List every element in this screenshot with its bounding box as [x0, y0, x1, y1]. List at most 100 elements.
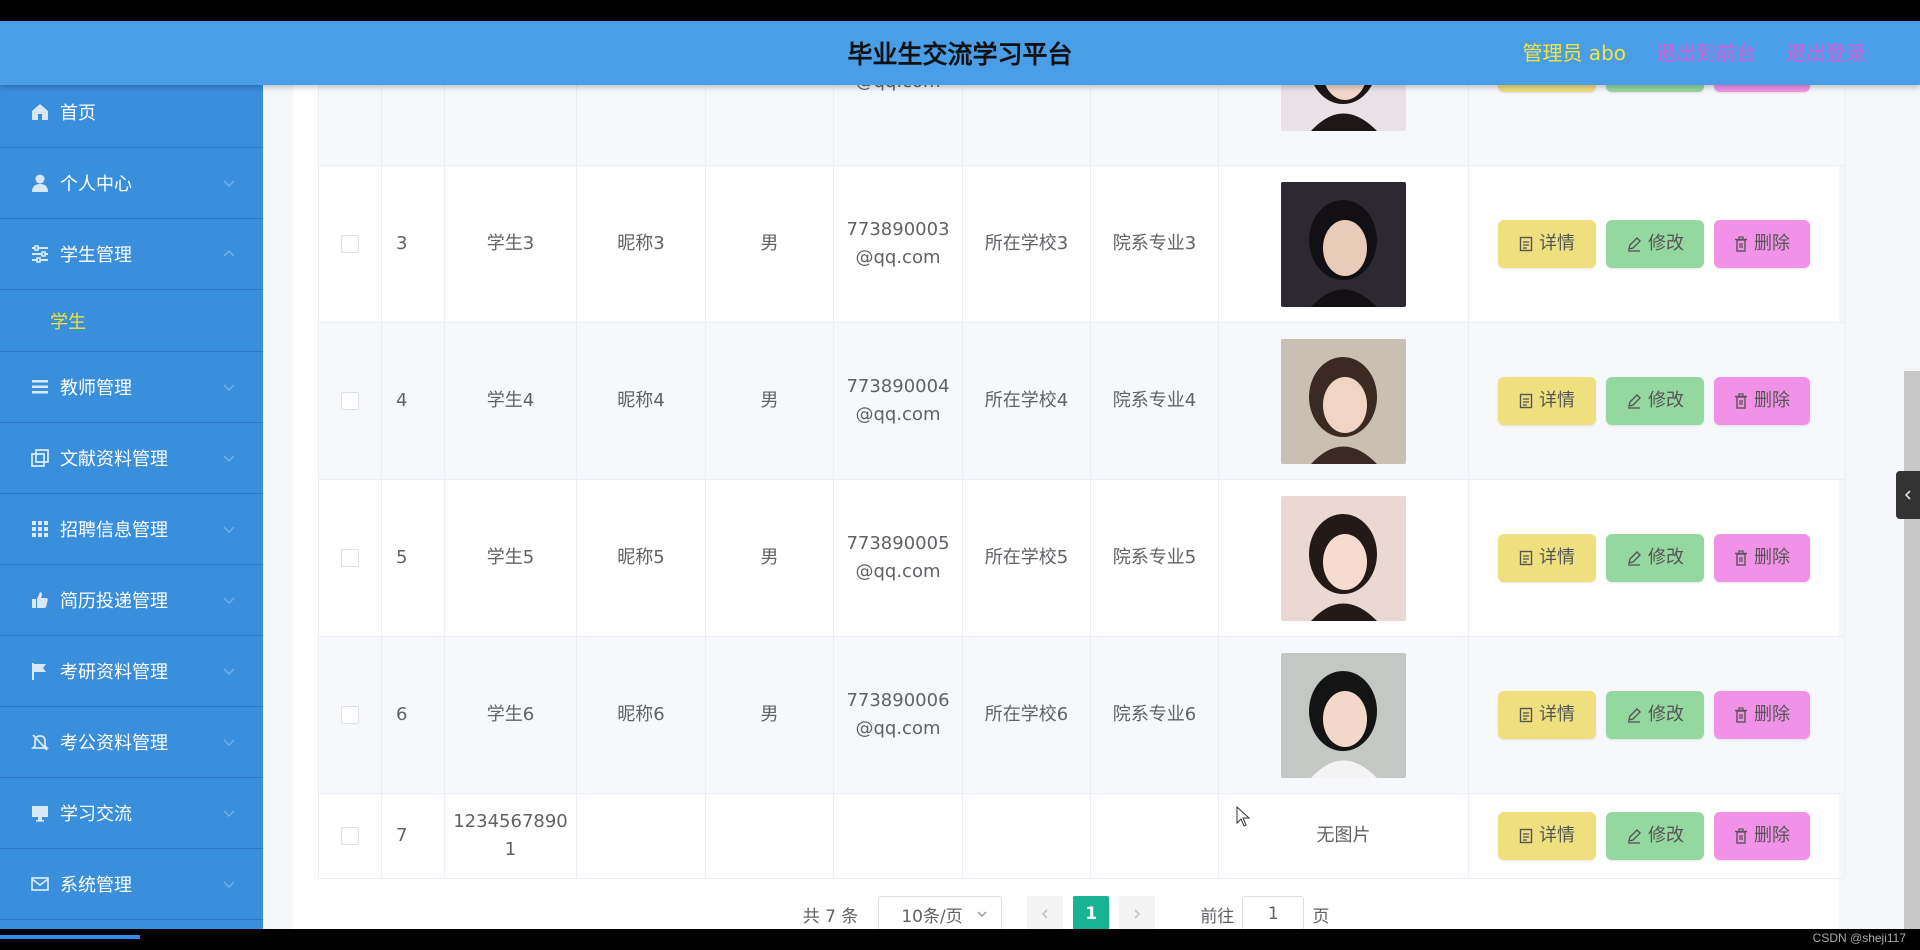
chevron-down-icon	[223, 455, 235, 463]
delete-button[interactable]: 删除	[1714, 534, 1810, 582]
cell-school: 所在学校6	[984, 704, 1069, 725]
sidebar-item-4[interactable]: 文献资料管理	[0, 423, 263, 494]
trash-icon	[1735, 707, 1747, 723]
cell: 773890003 @qq.com	[834, 166, 963, 322]
edit-icon	[1628, 394, 1641, 409]
edit-label: 修改	[1648, 704, 1684, 725]
cell-email: 773890004 @qq.com	[846, 376, 950, 425]
cell	[1091, 794, 1219, 878]
document-icon	[1519, 393, 1533, 409]
edit-button[interactable]: 修改	[1606, 220, 1704, 268]
row-index: 3	[396, 233, 408, 254]
cell-major: 院系专业4	[1112, 390, 1197, 411]
edit-button[interactable]: 修改	[1606, 534, 1704, 582]
delete-button[interactable]: 删除	[1714, 220, 1810, 268]
edit-button[interactable]: 修改	[1606, 812, 1704, 860]
video-progress-bar	[0, 935, 140, 939]
cell: 男	[706, 637, 834, 793]
cell: 男	[706, 166, 834, 322]
cell: 男	[706, 323, 834, 479]
exit-to-front-link[interactable]: 退出到前台	[1656, 37, 1756, 66]
detail-label: 详情	[1539, 704, 1575, 725]
row-checkbox[interactable]	[341, 706, 359, 724]
cell	[318, 480, 382, 636]
sidebar-item-10[interactable]: 系统管理	[0, 849, 263, 920]
trash-icon	[1735, 236, 1747, 252]
side-panel-toggle[interactable]	[1896, 471, 1920, 519]
sidebar-item-5[interactable]: 招聘信息管理	[0, 494, 263, 565]
row-checkbox[interactable]	[341, 827, 359, 845]
table-row: 6 学生6 昵称6 男 773890006 @qq.com 所在学校6 院系专业6 详情 修…	[318, 637, 1845, 794]
detail-button[interactable]: 详情	[1498, 534, 1596, 582]
cell: 详情 修改 删除	[1469, 480, 1845, 636]
sidebar-item-8[interactable]: 考公资料管理	[0, 707, 263, 778]
detail-button[interactable]: 详情	[1498, 691, 1596, 739]
chevron-right-icon	[1134, 909, 1141, 919]
trash-icon	[1735, 393, 1747, 409]
table-row: 4 学生4 昵称4 男 773890004 @qq.com 所在学校4 院系专业4 详情 修…	[318, 323, 1845, 480]
page-size-value: 10条/页	[901, 906, 963, 927]
row-checkbox[interactable]	[341, 235, 359, 253]
prev-page-button[interactable]	[1027, 896, 1064, 929]
cell: 所在学校5	[963, 480, 1091, 636]
detail-button[interactable]: 详情	[1498, 812, 1596, 860]
cell-name: 学生6	[486, 704, 535, 725]
next-page-button[interactable]	[1119, 896, 1156, 929]
grid-icon	[30, 519, 50, 539]
edit-label: 修改	[1648, 547, 1684, 568]
edit-button[interactable]: 修改	[1606, 691, 1704, 739]
cell: 所在学校4	[963, 323, 1091, 479]
delete-button[interactable]: 删除	[1714, 691, 1810, 739]
page-scrollbar[interactable]	[1904, 371, 1920, 929]
edit-icon	[1628, 829, 1641, 844]
goto-page-input[interactable]: 1	[1242, 896, 1305, 929]
detail-button[interactable]: 详情	[1498, 220, 1596, 268]
delete-label: 删除	[1754, 390, 1790, 411]
header-links: 管理员 abo 退出到前台 退出登录	[1522, 37, 1866, 66]
document-icon	[1519, 550, 1533, 566]
sidebar-subitem-student[interactable]: 学生	[0, 290, 263, 352]
cell-nick: 昵称6	[617, 704, 665, 725]
chevron-left-icon	[1904, 490, 1911, 500]
watermark-credit: CSDN @sheji117	[1812, 931, 1906, 945]
cell: 学生4	[445, 323, 577, 479]
edit-icon	[1628, 237, 1641, 252]
chevron-down-icon	[223, 597, 235, 605]
row-checkbox[interactable]	[341, 392, 359, 410]
edit-button[interactable]: 修改	[1606, 377, 1704, 425]
page-size-select[interactable]: 10条/页	[878, 896, 1003, 929]
cell-name: 学生4	[486, 390, 535, 411]
sidebar-item-1[interactable]: 个人中心	[0, 148, 263, 219]
cell-email: 773890006 @qq.com	[846, 690, 950, 739]
monitor-icon	[30, 803, 50, 823]
sidebar-item-9[interactable]: 学习交流	[0, 778, 263, 849]
thumb-icon	[30, 590, 50, 610]
cell-email: 773890003 @qq.com	[846, 219, 950, 268]
row-checkbox[interactable]	[341, 549, 359, 567]
delete-label: 删除	[1754, 233, 1790, 254]
cell	[577, 794, 706, 878]
row-index: 7	[396, 825, 408, 846]
row-index: 4	[396, 390, 408, 411]
cell-gender: 男	[760, 233, 779, 254]
cell	[963, 794, 1091, 878]
sidebar-item-3[interactable]: 教师管理	[0, 352, 263, 423]
logout-link[interactable]: 退出登录	[1786, 37, 1866, 66]
sidebar-item-0[interactable]: 首页	[0, 85, 263, 148]
student-photo	[1281, 338, 1406, 464]
sidebar-item-6[interactable]: 简历投递管理	[0, 565, 263, 636]
admin-label: 管理员 abo	[1522, 41, 1626, 65]
cell	[1219, 323, 1469, 479]
cell	[318, 637, 382, 793]
sliders-icon	[30, 244, 50, 264]
sidebar-item-2[interactable]: 学生管理	[0, 219, 263, 290]
detail-button[interactable]: 详情	[1498, 377, 1596, 425]
edit-icon	[1628, 551, 1641, 566]
sidebar-item-7[interactable]: 考研资料管理	[0, 636, 263, 707]
cell-name: 学生3	[486, 233, 535, 254]
page-number-1[interactable]: 1	[1073, 896, 1110, 929]
delete-button[interactable]: 删除	[1714, 812, 1810, 860]
delete-button[interactable]: 删除	[1714, 377, 1810, 425]
detail-label: 详情	[1539, 547, 1575, 568]
list-icon	[30, 377, 50, 397]
